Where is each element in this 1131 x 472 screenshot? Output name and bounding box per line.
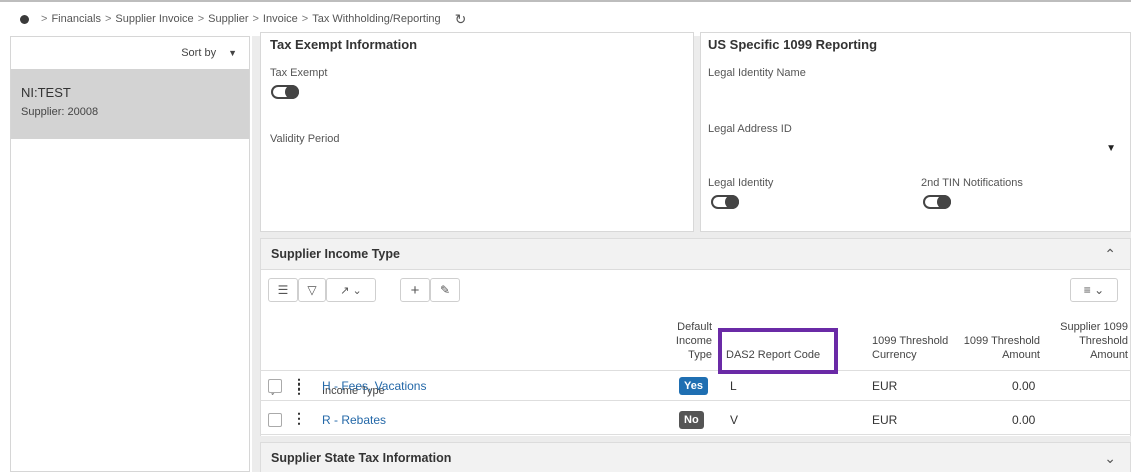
edit-button[interactable]: ✎	[430, 278, 460, 302]
default-no-badge: No	[679, 411, 704, 429]
tin-notifications-label: 2nd TIN Notifications	[921, 177, 1023, 189]
income-type-link[interactable]: H - Fees, Vacations	[322, 379, 426, 393]
currency-cell: EUR	[872, 413, 898, 427]
record-title: NI:TEST	[21, 85, 71, 100]
currency-cell: EUR	[872, 379, 898, 393]
tax-exempt-label: Tax Exempt	[270, 67, 328, 79]
breadcrumb-separator: >	[301, 13, 309, 25]
chevron-down-icon[interactable]: ⌄	[1104, 450, 1116, 467]
row-divider	[260, 434, 1131, 435]
add-button[interactable]: +	[400, 278, 430, 302]
supplier-threshold-amount-header[interactable]: Supplier 1099 Threshold Amount	[1050, 320, 1128, 362]
income-type-section-title: Supplier Income Type	[271, 247, 400, 261]
breadcrumb-separator: >	[41, 13, 48, 25]
threshold-currency-header[interactable]: 1099 Threshold Currency	[872, 334, 948, 362]
breadcrumb-supplier-invoice[interactable]: Supplier Invoice	[115, 13, 193, 25]
legal-identity-name-label: Legal Identity Name	[708, 67, 806, 79]
caret-down-icon[interactable]: ▼	[228, 48, 237, 58]
state-tax-section-title: Supplier State Tax Information	[271, 451, 452, 465]
row-divider	[260, 400, 1131, 401]
row-kebab-icon[interactable]: ⋮	[292, 410, 306, 427]
filter-button[interactable]: ▽	[298, 278, 326, 302]
breadcrumb-financials[interactable]: Financials	[51, 13, 101, 25]
legal-address-dropdown-icon[interactable]: ▼	[1106, 143, 1116, 154]
supplier-threshold-header-line-1: Supplier 1099	[1060, 321, 1128, 333]
state-tax-section-header[interactable]: Supplier State Tax Information ⌄	[260, 442, 1131, 472]
amount-cell: 0.00	[1012, 413, 1036, 427]
tin-notifications-toggle[interactable]	[923, 195, 951, 209]
chevron-up-icon[interactable]: ⌃	[1104, 246, 1116, 263]
breadcrumb-separator: >	[252, 13, 259, 25]
list-view-button[interactable]: ☰	[268, 278, 298, 302]
record-list-panel: Sort by ▼ NI:TEST Supplier: 20008	[10, 36, 250, 472]
legal-address-id-label: Legal Address ID	[708, 123, 792, 135]
default-income-type-header-line-2: Income	[675, 335, 712, 347]
legal-identity-toggle[interactable]	[711, 195, 739, 209]
das2-code-cell: V	[730, 413, 739, 427]
tax-exempt-card: Tax Exempt Information Tax Exempt Validi…	[260, 32, 694, 232]
default-income-type-header-line-3: Type	[688, 349, 712, 361]
sort-by-button[interactable]: Sort by	[181, 47, 216, 59]
threshold-currency-header-line-2: Currency	[872, 349, 917, 361]
record-subtitle: Supplier: 20008	[21, 106, 99, 118]
supplier-threshold-header-line-3: Amount	[1090, 349, 1128, 361]
row-checkbox[interactable]	[268, 379, 282, 393]
row-checkbox[interactable]	[268, 413, 282, 427]
breadcrumb-separator: >	[197, 13, 205, 25]
income-type-section-header[interactable]: Supplier Income Type ⌃	[260, 238, 1131, 270]
breadcrumb-bar: > Financials > Supplier Invoice > Suppli…	[0, 0, 1131, 36]
refresh-icon[interactable]: ↻	[455, 11, 467, 28]
export-button[interactable]: ↗ ⌄	[326, 278, 376, 302]
us-1099-title: US Specific 1099 Reporting	[708, 37, 878, 52]
validity-period-label: Validity Period	[270, 133, 340, 145]
threshold-amount-header-line-1: 1099 Threshold	[963, 335, 1040, 347]
das2-highlight-box	[718, 328, 838, 374]
breadcrumb-current-page: Tax Withholding/Reporting	[312, 13, 441, 25]
breadcrumb-invoice[interactable]: Invoice	[263, 13, 298, 25]
supplier-threshold-header-line-2: Threshold	[1079, 335, 1128, 347]
tax-exempt-title: Tax Exempt Information	[270, 37, 418, 52]
legal-identity-label: Legal Identity	[708, 177, 774, 189]
default-income-type-header-line-1: Default	[677, 321, 712, 333]
threshold-amount-header[interactable]: 1099 Threshold Amount	[952, 334, 1040, 362]
default-income-type-header[interactable]: Default Income Type	[662, 320, 712, 362]
row-kebab-icon[interactable]: ⋮	[292, 376, 306, 393]
breadcrumb-supplier[interactable]: Supplier	[208, 13, 248, 25]
breadcrumb-separator: >	[104, 13, 112, 25]
us-1099-card: US Specific 1099 Reporting Legal Identit…	[700, 32, 1131, 232]
tax-exempt-toggle[interactable]	[271, 85, 299, 99]
column-settings-button[interactable]: ≡ ⌄	[1070, 278, 1118, 302]
income-type-link[interactable]: R - Rebates	[322, 413, 386, 427]
main-content: Tax Exempt Information Tax Exempt Validi…	[252, 32, 1131, 472]
das2-code-cell: L	[730, 379, 737, 393]
record-item-selected[interactable]: NI:TEST Supplier: 20008	[11, 69, 249, 139]
home-dot-icon[interactable]	[20, 14, 29, 24]
sort-bar: Sort by ▼	[11, 37, 249, 69]
threshold-currency-header-line-1: 1099 Threshold	[872, 335, 949, 347]
header-divider	[260, 370, 1131, 371]
amount-cell: 0.00	[1012, 379, 1036, 393]
default-yes-badge: Yes	[679, 377, 708, 395]
threshold-amount-header-line-2: Amount	[1002, 349, 1040, 361]
